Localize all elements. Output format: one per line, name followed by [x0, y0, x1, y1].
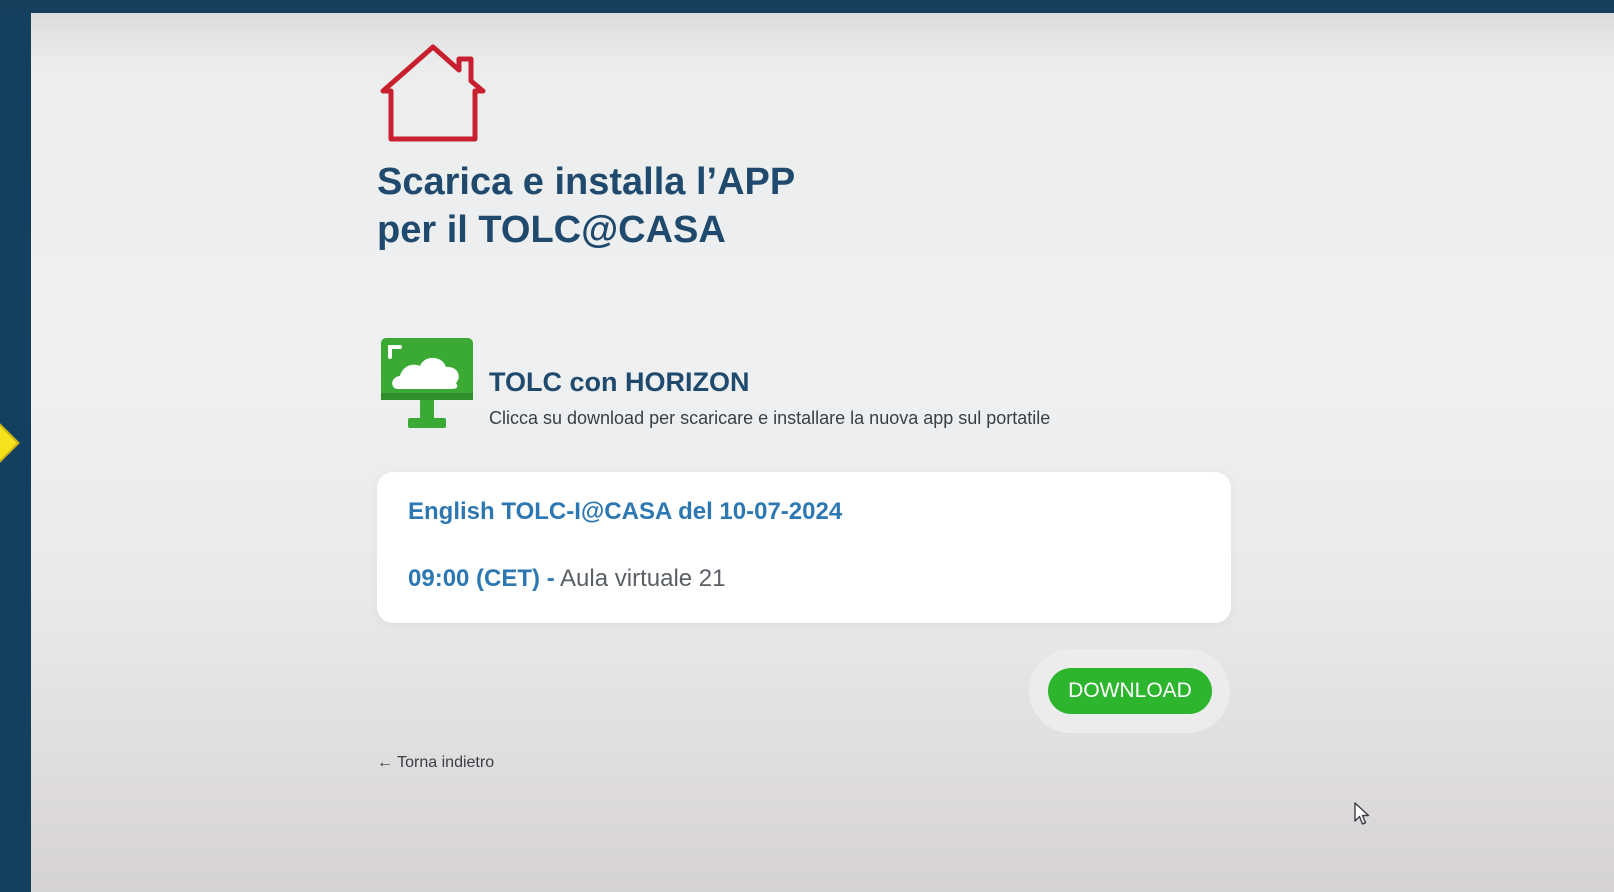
session-room: Aula virtuale 21	[560, 565, 726, 592]
session-card: English TOLC-I@CASA del 10-07-2024 09:00…	[377, 472, 1231, 623]
page-title-line-1: Scarica e installa l’APP	[377, 161, 796, 203]
monitor-cloud-icon	[381, 338, 473, 428]
session-title: English TOLC-I@CASA del 10-07-2024	[408, 498, 843, 525]
browser-viewport: Scarica e installa l’APP per il TOLC@CAS…	[31, 13, 1614, 892]
back-link-label: Torna indietro	[397, 754, 495, 771]
back-link[interactable]: ← Torna indietro	[377, 754, 494, 772]
page-title: Scarica e installa l’APP per il TOLC@CAS…	[377, 158, 795, 254]
app-name: TOLC con HORIZON	[489, 367, 750, 397]
yellow-arrow-marker	[0, 423, 20, 463]
back-arrow-icon: ←	[377, 754, 393, 771]
download-button[interactable]: DOWNLOAD	[1048, 668, 1212, 714]
home-icon	[380, 44, 486, 142]
session-time: 09:00 (CET) -	[408, 565, 555, 592]
download-button-halo: DOWNLOAD	[1029, 649, 1230, 733]
app-description: Clicca su download per scaricare e insta…	[489, 408, 1051, 428]
page-title-line-2: per il TOLC@CASA	[377, 209, 726, 251]
main-content: Scarica e installa l’APP per il TOLC@CAS…	[377, 13, 1237, 892]
mouse-cursor-icon	[1354, 802, 1370, 825]
frame-top-bar	[0, 0, 1614, 13]
session-details: 09:00 (CET) - Aula virtuale 21	[408, 565, 725, 593]
